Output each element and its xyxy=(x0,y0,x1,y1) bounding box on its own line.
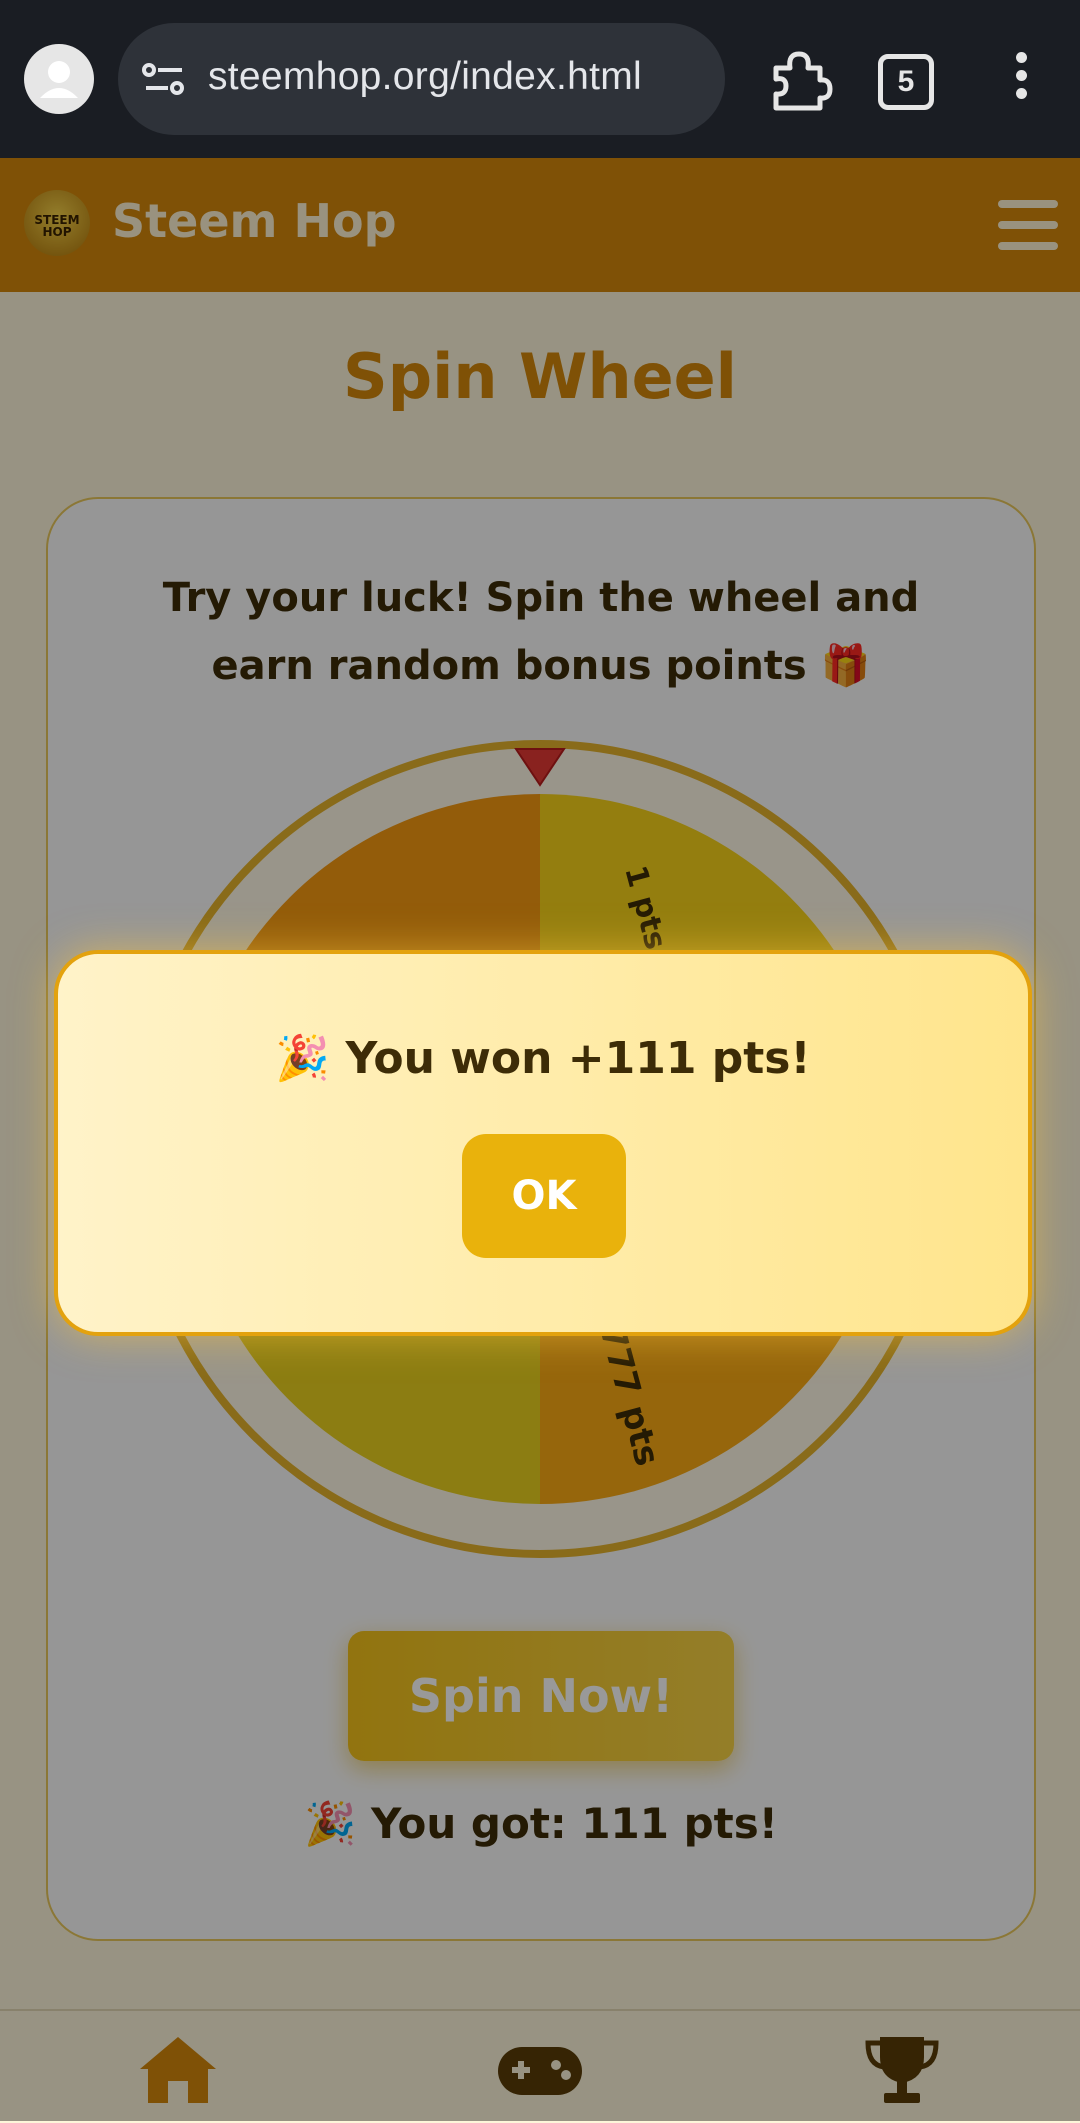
ok-button[interactable]: OK xyxy=(462,1134,626,1258)
address-bar[interactable]: steemhop.org/index.html xyxy=(118,23,725,135)
url-text[interactable]: steemhop.org/index.html xyxy=(208,55,642,99)
tune-icon[interactable] xyxy=(140,61,188,101)
puzzle-icon[interactable] xyxy=(764,46,834,118)
browser-toolbar: steemhop.org/index.html 5 xyxy=(0,0,1080,158)
profile-icon[interactable] xyxy=(24,44,94,114)
tab-switcher-button[interactable]: 5 xyxy=(878,54,934,110)
win-modal: 🎉 You won +111 pts! OK xyxy=(54,950,1032,1336)
win-message: 🎉 You won +111 pts! xyxy=(275,1033,811,1084)
kebab-menu-icon[interactable] xyxy=(1006,52,1036,112)
